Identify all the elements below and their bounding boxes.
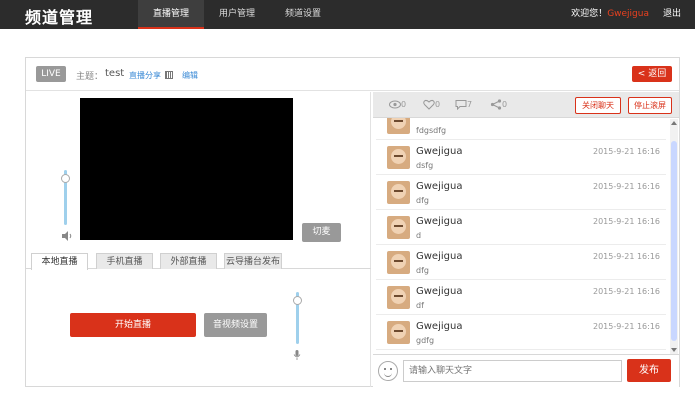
message-text: dfg — [416, 266, 429, 275]
comments-stat: 7 — [455, 99, 472, 111]
eye-icon — [389, 100, 401, 109]
likes-stat: 0 — [423, 99, 440, 111]
welcome-text: 欢迎您！Gwejigua — [571, 0, 649, 29]
top-navigation-bar: 频道管理 直播管理 用户管理 频道设置 欢迎您！Gwejigua 退出 — [0, 0, 695, 29]
share-icon[interactable] — [490, 99, 502, 110]
start-live-button[interactable]: 开始直播 — [70, 313, 196, 337]
microphone-icon[interactable] — [293, 350, 301, 360]
message-time: 2015-9-21 16:16 — [593, 322, 660, 331]
edit-link[interactable]: 编辑 — [182, 70, 198, 81]
logout-link[interactable]: 退出 — [663, 0, 681, 29]
chat-panel: 0 0 7 0 关闭聊天 停止滚屏 fdgsdfg Gwejigua dsfg — [373, 92, 679, 387]
message-text: dsfg — [416, 161, 434, 170]
comments-count: 7 — [467, 100, 473, 109]
message-time: 2015-9-21 16:16 — [593, 287, 660, 296]
message-time: 2015-9-21 16:16 — [593, 147, 660, 156]
live-badge: LIVE — [36, 66, 66, 82]
chat-input-row: 发布 — [373, 354, 679, 387]
volume-slider[interactable] — [61, 170, 70, 225]
chat-input[interactable] — [403, 360, 622, 382]
avatar — [387, 118, 410, 134]
avatar — [387, 286, 410, 309]
avatar — [387, 146, 410, 169]
message-time: 2015-9-21 16:16 — [593, 252, 660, 261]
close-chat-button[interactable]: 关闭聊天 — [575, 97, 621, 114]
message-author[interactable]: Gwejigua — [416, 286, 462, 297]
nav-channel-settings[interactable]: 频道设置 — [270, 0, 336, 29]
chat-message: Gwejigua gdfg 2015-9-21 16:16 — [376, 315, 666, 350]
switch-mic-button[interactable]: 切麦 — [302, 223, 341, 242]
chat-scrollbar[interactable] — [670, 119, 678, 354]
message-text: gdfg — [416, 336, 435, 345]
message-author[interactable]: Gwejigua — [416, 216, 462, 227]
avatar — [387, 181, 410, 204]
chat-toolbar: 0 0 7 0 关闭聊天 停止滚屏 — [373, 92, 679, 118]
send-button[interactable]: 发布 — [627, 359, 671, 382]
message-author[interactable]: Gwejigua — [416, 146, 462, 157]
views-count: 0 — [401, 100, 407, 109]
views-stat: 0 — [389, 99, 406, 111]
tab-external-live[interactable]: 外部直播 — [160, 253, 217, 269]
video-preview — [80, 98, 293, 240]
message-text: fdgsdfg — [416, 126, 447, 135]
avatar — [387, 321, 410, 344]
mic-slider-handle[interactable] — [293, 295, 302, 305]
chat-message: Gwejigua dfg 2015-9-21 16:16 — [376, 175, 666, 210]
message-text: dfg — [416, 196, 429, 205]
message-time: 2015-9-21 16:16 — [593, 182, 660, 191]
stop-scroll-button[interactable]: 停止滚屏 — [628, 97, 672, 114]
scrollbar-thumb[interactable] — [671, 141, 677, 341]
shares-stat: 0 — [490, 99, 507, 111]
scroll-up-arrow-icon[interactable] — [671, 121, 677, 125]
tab-cloud-director[interactable]: 云导播台发布 — [224, 253, 282, 269]
broadcast-area: 切麦 本地直播 手机直播 外部直播 云导播台发布 开始直播 音视频设置 — [26, 92, 371, 387]
shares-count: 0 — [502, 100, 508, 109]
back-button[interactable]: < 返回 — [632, 66, 672, 82]
speaker-icon[interactable] — [61, 231, 73, 241]
mic-slider[interactable] — [293, 292, 302, 344]
app-logo: 频道管理 — [25, 8, 94, 27]
avatar — [387, 251, 410, 274]
message-time: 2015-9-21 16:16 — [593, 217, 660, 226]
tab-local-live[interactable]: 本地直播 — [31, 253, 88, 270]
message-author[interactable]: Gwejigua — [416, 181, 462, 192]
message-text: d — [416, 231, 422, 240]
welcome-prefix: 欢迎您！ — [571, 9, 608, 19]
message-author[interactable]: Gwejigua — [416, 321, 462, 332]
chat-message: fdgsdfg — [376, 118, 666, 140]
panel-header: LIVE 主题： test 直播分享 编辑 < 返回 — [26, 58, 679, 91]
nav-user-management[interactable]: 用户管理 — [204, 0, 270, 29]
live-panel: LIVE 主题： test 直播分享 编辑 < 返回 切麦 本地直播 手机直播 … — [25, 57, 680, 387]
broadcast-mode-tabs: 本地直播 手机直播 外部直播 云导播台发布 — [26, 252, 371, 270]
chat-message-list: fdgsdfg Gwejigua dsfg 2015-9-21 16:16 Gw… — [373, 118, 669, 354]
nav-live-management[interactable]: 直播管理 — [138, 0, 204, 29]
chat-message: Gwejigua d 2015-9-21 16:16 — [376, 210, 666, 245]
scroll-down-arrow-icon[interactable] — [671, 348, 677, 352]
qr-code-icon[interactable] — [165, 71, 173, 79]
comment-icon — [455, 100, 467, 111]
emoji-icon[interactable] — [378, 361, 398, 381]
avatar — [387, 216, 410, 239]
heart-icon[interactable] — [423, 99, 435, 110]
message-author[interactable]: Gwejigua — [416, 251, 462, 262]
volume-slider-handle[interactable] — [61, 174, 70, 184]
likes-count: 0 — [435, 100, 441, 109]
share-link[interactable]: 直播分享 — [129, 70, 161, 81]
topic-label: 主题： — [76, 72, 104, 82]
av-settings-button[interactable]: 音视频设置 — [204, 313, 267, 337]
chat-message: Gwejigua dsfg 2015-9-21 16:16 — [376, 140, 666, 175]
message-text: df — [416, 301, 424, 310]
chat-message: Gwejigua df 2015-9-21 16:16 — [376, 280, 666, 315]
username[interactable]: Gwejigua — [607, 9, 649, 19]
chat-message: Gwejigua dfg 2015-9-21 16:16 — [376, 245, 666, 280]
tab-mobile-live[interactable]: 手机直播 — [96, 253, 153, 269]
topic-value: test — [105, 68, 125, 79]
